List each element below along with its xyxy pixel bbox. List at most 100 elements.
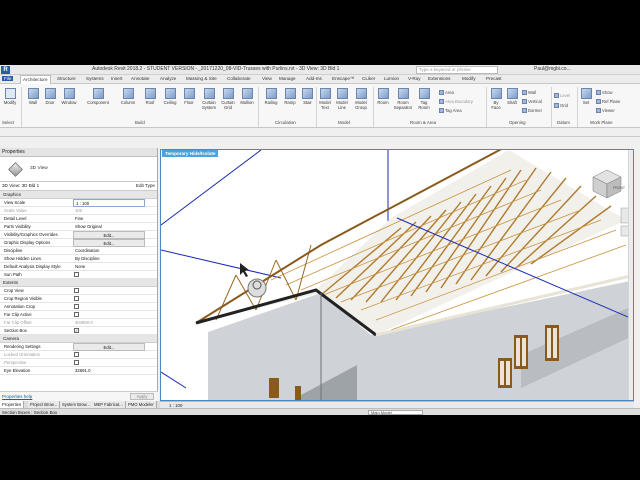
view-selector[interactable]: 3D View: 3D Bld 1 Edit Type — [0, 182, 157, 191]
component-button[interactable]: Component — [83, 88, 113, 105]
annotation-crop-checkbox[interactable] — [74, 304, 79, 309]
gdo-edit-button[interactable]: Edit... — [73, 239, 145, 247]
by-face-button[interactable]: By Face — [489, 88, 503, 110]
group-camera[interactable]: Camera — [0, 335, 157, 343]
ramp-button[interactable]: Ramp — [282, 88, 298, 105]
parts-visibility-field[interactable]: Show Original — [73, 223, 145, 231]
roof-button[interactable]: Roof — [141, 88, 159, 105]
type-selector[interactable]: 3D View — [0, 157, 157, 182]
view-scale-field[interactable]: 1 : 100 — [73, 199, 145, 207]
vertical-opening-button[interactable]: Vertical — [522, 99, 542, 105]
tab-properties[interactable]: Properties — [0, 401, 25, 408]
discipline-field[interactable]: Coordination — [73, 247, 145, 255]
door-button[interactable]: Door — [42, 88, 58, 105]
tab-view[interactable]: View — [262, 76, 272, 81]
grid-button[interactable]: Grid — [554, 103, 568, 109]
dormer-button[interactable]: Dormer — [522, 108, 542, 114]
tab-insert[interactable]: Insert — [111, 76, 123, 81]
tab-addins[interactable]: Add-Ins — [306, 76, 322, 81]
tab-modify[interactable]: Modify — [462, 76, 476, 81]
eye-elevation-field[interactable]: 32691.0 — [73, 367, 145, 375]
tab-project-browser[interactable]: Project Brow... — [28, 401, 60, 408]
tab-system-browser[interactable]: System Brow... — [60, 401, 93, 408]
tab-massing[interactable]: Massing & Site — [186, 76, 217, 81]
tab-structure[interactable]: Structure — [57, 76, 76, 81]
tag-room-button[interactable]: Tag Room — [417, 88, 431, 110]
section-box-checkbox[interactable]: ✓ — [74, 328, 79, 333]
tab-architecture[interactable]: Architecture — [20, 75, 51, 84]
tab-mep-fabrication[interactable]: MEP Fabricat... — [92, 401, 126, 408]
crop-region-checkbox[interactable] — [74, 296, 79, 301]
prop-perspective: Perspective — [0, 359, 157, 367]
show-button[interactable]: Show — [596, 90, 612, 96]
group-select[interactable]: Select — [2, 120, 14, 125]
column-button[interactable]: Column — [118, 88, 138, 105]
active-model-selector[interactable]: Main Model — [368, 410, 423, 415]
tab-vray[interactable]: V-Ray — [408, 76, 421, 81]
set-button[interactable]: Set — [580, 88, 592, 105]
railing-button[interactable]: Railing — [262, 88, 280, 105]
stair-button[interactable]: Stair — [300, 88, 315, 105]
title-bar: R Autodesk Revit 2018.2 - STUDENT VERSIO… — [0, 65, 640, 75]
tab-analyze[interactable]: Analyze — [160, 76, 176, 81]
wall-button[interactable]: Wall — [25, 88, 41, 105]
tab-cliker[interactable]: CLiker — [362, 76, 375, 81]
curtain-grid-button[interactable]: Curtain Grid — [220, 88, 236, 110]
viewcube-icon[interactable]: FRONT — [592, 169, 626, 199]
tag-area-icon — [439, 108, 444, 114]
tab-collaborate[interactable]: Collaborate — [227, 76, 251, 81]
apply-button[interactable]: Apply — [130, 393, 154, 400]
tab-systems[interactable]: Systems — [86, 76, 104, 81]
modify-button[interactable]: Modify — [2, 88, 18, 105]
ceiling-button[interactable]: Ceiling — [161, 88, 179, 105]
far-clip-checkbox[interactable] — [74, 312, 79, 317]
detail-level-field[interactable]: Fine — [73, 215, 145, 223]
shaft-button[interactable]: Shaft — [505, 88, 519, 105]
mullion-button[interactable]: Mullion — [238, 88, 256, 105]
user-name[interactable]: Paul@mgbi.co... — [534, 66, 571, 72]
room-button[interactable]: Room — [376, 88, 390, 105]
group-room-area[interactable]: Room & Area — [410, 120, 436, 125]
properties-help-link[interactable]: Properties help — [2, 394, 32, 399]
rendering-edit-button[interactable]: Edit... — [73, 343, 145, 351]
vertical-scrollbar[interactable] — [628, 150, 633, 400]
hidden-lines-field[interactable]: By Discipline — [73, 255, 145, 263]
3d-view-icon — [8, 162, 23, 177]
3d-view-canvas[interactable]: Temporary Hide/Isolate FRONT — [160, 149, 634, 401]
model-line-button[interactable]: Model Line — [335, 88, 349, 110]
edit-type-button[interactable]: Edit Type — [136, 183, 155, 188]
tab-extensions[interactable]: Extensions — [428, 76, 450, 81]
tab-annotate[interactable]: Annotate — [131, 76, 149, 81]
tab-pmo-modeler[interactable]: PMO Modeler — [126, 401, 157, 408]
area-button[interactable]: Area — [439, 90, 454, 96]
level-button[interactable]: Level — [554, 93, 570, 99]
sun-path-checkbox[interactable] — [74, 272, 79, 277]
model-group-button[interactable]: Model Group — [352, 88, 370, 110]
wall-opening-button[interactable]: Wall — [522, 90, 536, 96]
viewer-button[interactable]: Viewer — [596, 108, 615, 114]
vg-edit-button[interactable]: Edit... — [73, 231, 145, 239]
floor-button[interactable]: Floor — [181, 88, 197, 105]
group-build[interactable]: Build — [135, 120, 145, 125]
group-divider — [21, 87, 22, 127]
group-extents[interactable]: Extents — [0, 279, 157, 287]
tab-file[interactable]: File — [2, 76, 14, 81]
tab-lumion[interactable]: Lumion — [384, 76, 399, 81]
model-text-button[interactable]: Model Text — [318, 88, 332, 110]
curtain-system-button[interactable]: Curtain System — [199, 88, 219, 110]
tab-enscape[interactable]: Enscape™ — [332, 76, 354, 81]
search-input[interactable]: Type a keyword or phrase — [416, 66, 498, 74]
tab-manage[interactable]: Manage — [279, 76, 296, 81]
tab-precast[interactable]: Precast — [486, 76, 502, 81]
prop-far-clip-offset: Far Clip Offset 304800.0 — [0, 319, 157, 327]
revit-logo[interactable]: R — [1, 66, 10, 74]
ref-plane-button[interactable]: Ref Plane — [596, 99, 620, 105]
room-separator-button[interactable]: Room Separator — [392, 88, 414, 110]
crop-view-checkbox[interactable] — [74, 288, 79, 293]
analysis-style-field[interactable]: None — [73, 263, 145, 271]
locked-orientation-checkbox — [74, 352, 79, 357]
group-graphics[interactable]: Graphics — [0, 191, 157, 199]
tag-area-button[interactable]: Tag Area — [439, 108, 462, 114]
window-button[interactable]: Window — [59, 88, 79, 105]
area-boundary-button[interactable]: Area Boundary — [439, 99, 473, 105]
